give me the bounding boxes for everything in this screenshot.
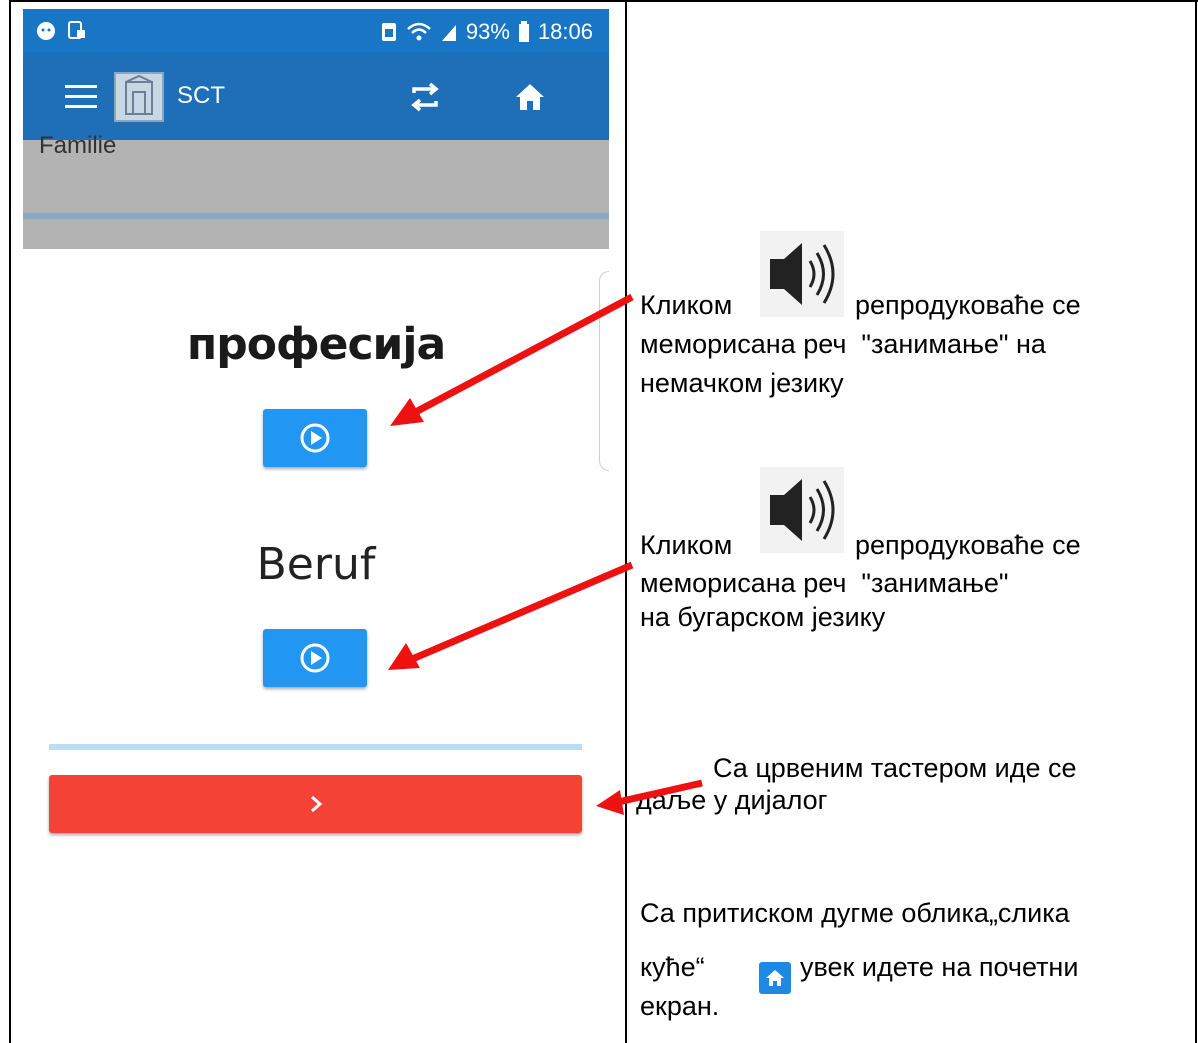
app-logo: [114, 72, 164, 122]
progress-bar: [49, 744, 582, 750]
screen-icon: [68, 21, 85, 39]
clock: 18:06: [537, 19, 593, 44]
status-bar: 93% 18:06: [23, 9, 609, 54]
home-icon[interactable]: [513, 80, 547, 119]
notification-icon: [37, 22, 55, 40]
note2-line3: на бугарском језику: [640, 602, 886, 632]
app-bar: SCT: [23, 54, 609, 140]
note4-line1: Са притиском дугме облика„слика: [640, 898, 1070, 928]
play-circle-icon: [300, 643, 330, 673]
status-left-icons: [35, 20, 87, 42]
signal-icon: [441, 25, 456, 41]
side-card-edge: [599, 271, 609, 471]
note2-suffix: репродуковаће се: [855, 530, 1081, 560]
note1-line3: немачком језику: [640, 368, 844, 398]
table-border-middle: [625, 0, 627, 1043]
table-border-top: [9, 0, 1198, 2]
wifi-icon: [407, 22, 431, 41]
speaker-icon: [760, 231, 844, 317]
next-button[interactable]: [49, 775, 582, 833]
table-border-left: [9, 0, 11, 1043]
note4-line2-suffix: увек идете на почетни: [800, 952, 1079, 982]
phone-screen: 93% 18:06 SCT Familie професија Beruf: [23, 9, 609, 1043]
note3-line1: Са црвеним тастером иде се: [713, 753, 1077, 783]
battery-percent: 93%: [465, 19, 510, 44]
note1-line2: меморисана реч "занимање" на: [640, 329, 1046, 359]
home-icon-inline: [759, 962, 791, 994]
table-border-right: [1195, 0, 1197, 1043]
chevron-right-icon: [310, 795, 322, 813]
word-secondary: Beruf: [256, 539, 376, 590]
note2-prefix: Кликом: [640, 530, 733, 560]
previous-card-text: Familie: [39, 132, 117, 159]
note3-line2: даље у дијалог: [636, 785, 828, 815]
sim-icon: [381, 23, 396, 41]
speaker-icon: [760, 467, 844, 553]
status-right: 93% 18:06: [380, 19, 593, 45]
play-circle-icon: [300, 423, 330, 453]
note4-line2-prefix: куће“: [640, 952, 705, 982]
word-primary: професија: [186, 319, 446, 370]
app-title: SCT: [177, 82, 225, 109]
battery-icon: [518, 21, 529, 42]
previous-card-divider: [23, 213, 609, 219]
note4-line3: екран.: [640, 991, 720, 1021]
previous-card-overlay: Familie: [23, 132, 609, 249]
play-primary-button[interactable]: [263, 409, 367, 467]
note1-suffix: репродуковаће се: [855, 290, 1081, 320]
menu-icon[interactable]: [65, 85, 97, 109]
play-secondary-button[interactable]: [263, 629, 367, 687]
note2-line2: меморисана реч "занимање": [640, 568, 1009, 598]
note1-prefix: Кликом: [640, 290, 733, 320]
repeat-icon[interactable]: [408, 80, 442, 119]
